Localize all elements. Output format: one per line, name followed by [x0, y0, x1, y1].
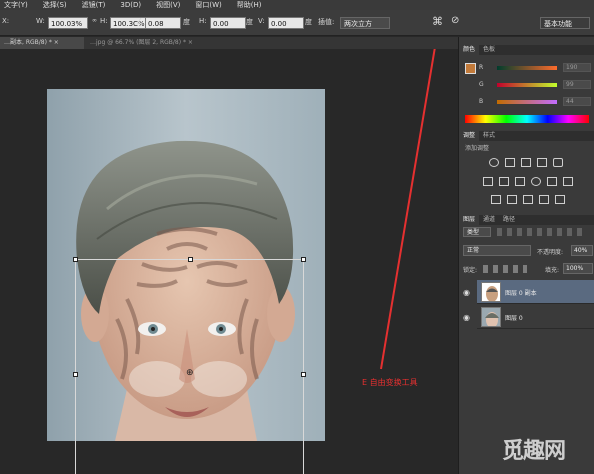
- color-label-b: B: [479, 98, 484, 105]
- levels-icon[interactable]: [505, 158, 515, 167]
- angle-icon: ∠: [136, 17, 144, 26]
- doc-tab-active[interactable]: …副本, RGB/8) * ×: [0, 37, 84, 49]
- menu-type[interactable]: 文字(Y): [4, 0, 28, 10]
- curves-icon[interactable]: [521, 158, 531, 167]
- layer-thumbnail: [481, 282, 501, 302]
- menu-bar: 文字(Y) 选择(S) 滤镜(T) 3D(D) 视图(V) 窗口(W) 帮助(H…: [0, 0, 594, 10]
- channel-mixer-icon[interactable]: [547, 177, 557, 186]
- lock-icons[interactable]: [483, 265, 527, 273]
- photoshop-window: 文字(Y) 选择(S) 滤镜(T) 3D(D) 视图(V) 窗口(W) 帮助(H…: [0, 0, 594, 474]
- opacity-label: 不透明度:: [537, 249, 564, 256]
- width-field[interactable]: 100.03%: [48, 17, 88, 29]
- cancel-transform-icon[interactable]: ⊘: [451, 15, 459, 26]
- menu-view[interactable]: 视图(V): [156, 0, 180, 10]
- degree-icon: 度: [183, 18, 190, 26]
- exposure-icon[interactable]: [537, 158, 547, 167]
- vskew-field[interactable]: 0.00: [268, 17, 304, 29]
- vskew-label: V:: [258, 17, 265, 25]
- opacity-field[interactable]: 40%: [571, 245, 593, 256]
- layer-thumbnail: [481, 307, 501, 327]
- color-label-g: G: [479, 81, 484, 88]
- h-label: H:: [100, 17, 108, 25]
- watermark: 觅趣网: [502, 438, 566, 464]
- document-tabs: …副本, RGB/8) * × …jpg @ 66.7% (图层 2, RGB/…: [0, 37, 458, 49]
- tab-swatches[interactable]: 色板: [479, 45, 499, 55]
- layers-panel-tabs: 图层 通道 路径: [459, 215, 594, 225]
- interp-label: 插值:: [318, 18, 335, 26]
- warp-toggle-icon[interactable]: ⌘: [432, 15, 443, 28]
- invert-icon[interactable]: [491, 195, 501, 204]
- layer-kind-filter[interactable]: 类型: [463, 227, 491, 237]
- visibility-eye-icon[interactable]: ◉: [463, 288, 471, 297]
- adjust-panel-tabs: 调整 样式: [459, 131, 594, 141]
- tab-styles[interactable]: 样式: [479, 131, 499, 141]
- annotation-arrow: [380, 49, 436, 370]
- color-label-r: R: [479, 64, 484, 71]
- posterize-icon[interactable]: [507, 195, 517, 204]
- layer-row-selected[interactable]: 图层 0 副本: [477, 280, 594, 304]
- adjust-title: 添加调整: [465, 145, 490, 152]
- link-icon[interactable]: ∞: [92, 17, 97, 24]
- photo-filter-icon[interactable]: [531, 177, 541, 186]
- blend-mode-select[interactable]: 正常: [463, 245, 531, 256]
- color-panel-tabs: 颜色 色板: [459, 45, 594, 55]
- angle-field[interactable]: 0.08: [145, 17, 181, 29]
- layer-name[interactable]: 图层 0 副本: [505, 288, 537, 297]
- doc-tab[interactable]: …jpg @ 66.7% (图层 2, RGB/8) * ×: [86, 37, 246, 49]
- layer-filter-icons[interactable]: [497, 228, 587, 236]
- right-panel-dock: 颜色 色板 R 190 G 99 B 44 调整 样式 添加调整 图层 通道 路…: [458, 37, 594, 474]
- gradient-map-icon[interactable]: [539, 195, 549, 204]
- layer-name[interactable]: 图层 0: [505, 313, 523, 322]
- color-balance-icon[interactable]: [499, 177, 509, 186]
- slider-g[interactable]: [497, 83, 557, 87]
- canvas-area[interactable]: ⊕ E 自由变换工具: [0, 49, 458, 474]
- tab-adjustments[interactable]: 调整: [459, 131, 480, 141]
- tab-paths[interactable]: 路径: [499, 215, 519, 225]
- brightness-icon[interactable]: [489, 158, 499, 167]
- layer-row[interactable]: 图层 0: [477, 305, 594, 329]
- value-r[interactable]: 190: [563, 63, 591, 72]
- fill-label: 填充:: [545, 267, 560, 274]
- lock-label: 锁定:: [463, 267, 478, 274]
- slider-r[interactable]: [497, 66, 557, 70]
- x-label: X:: [2, 17, 10, 25]
- annotation-label: E 自由变换工具: [362, 378, 418, 387]
- workspace-select[interactable]: 基本功能: [540, 17, 590, 29]
- tab-layers[interactable]: 图层: [459, 215, 480, 225]
- tab-color[interactable]: 颜色: [459, 45, 480, 55]
- slider-b[interactable]: [497, 100, 557, 104]
- degree-icon: 度: [305, 18, 312, 26]
- selective-color-icon[interactable]: [555, 195, 565, 204]
- value-b[interactable]: 44: [563, 97, 591, 106]
- vibrance-icon[interactable]: [553, 158, 563, 167]
- threshold-icon[interactable]: [523, 195, 533, 204]
- interpolation-select[interactable]: 两次立方: [340, 17, 390, 29]
- degree-icon: 度: [246, 18, 253, 26]
- w-label: W:: [36, 17, 45, 25]
- tab-channels[interactable]: 通道: [479, 215, 499, 225]
- menu-help[interactable]: 帮助(H): [237, 0, 262, 10]
- menu-3d[interactable]: 3D(D): [120, 0, 141, 10]
- value-g[interactable]: 99: [563, 80, 591, 89]
- color-spectrum-bar[interactable]: [465, 115, 589, 123]
- fill-field[interactable]: 100%: [563, 263, 593, 274]
- menu-select[interactable]: 选择(S): [43, 0, 67, 10]
- color-lookup-icon[interactable]: [563, 177, 573, 186]
- hskew-field[interactable]: 0.00: [210, 17, 246, 29]
- foreground-color-swatch[interactable]: [465, 63, 476, 74]
- hskew-label: H:: [199, 17, 207, 25]
- menu-window[interactable]: 窗口(W): [195, 0, 221, 10]
- options-bar: X: W: 100.03% ∞ H: 100.3C% ∠ 0.08 度 H: 0…: [0, 10, 594, 36]
- hue-saturation-icon[interactable]: [483, 177, 493, 186]
- visibility-eye-icon[interactable]: ◉: [463, 313, 471, 322]
- menu-filter[interactable]: 滤镜(T): [82, 0, 106, 10]
- black-white-icon[interactable]: [515, 177, 525, 186]
